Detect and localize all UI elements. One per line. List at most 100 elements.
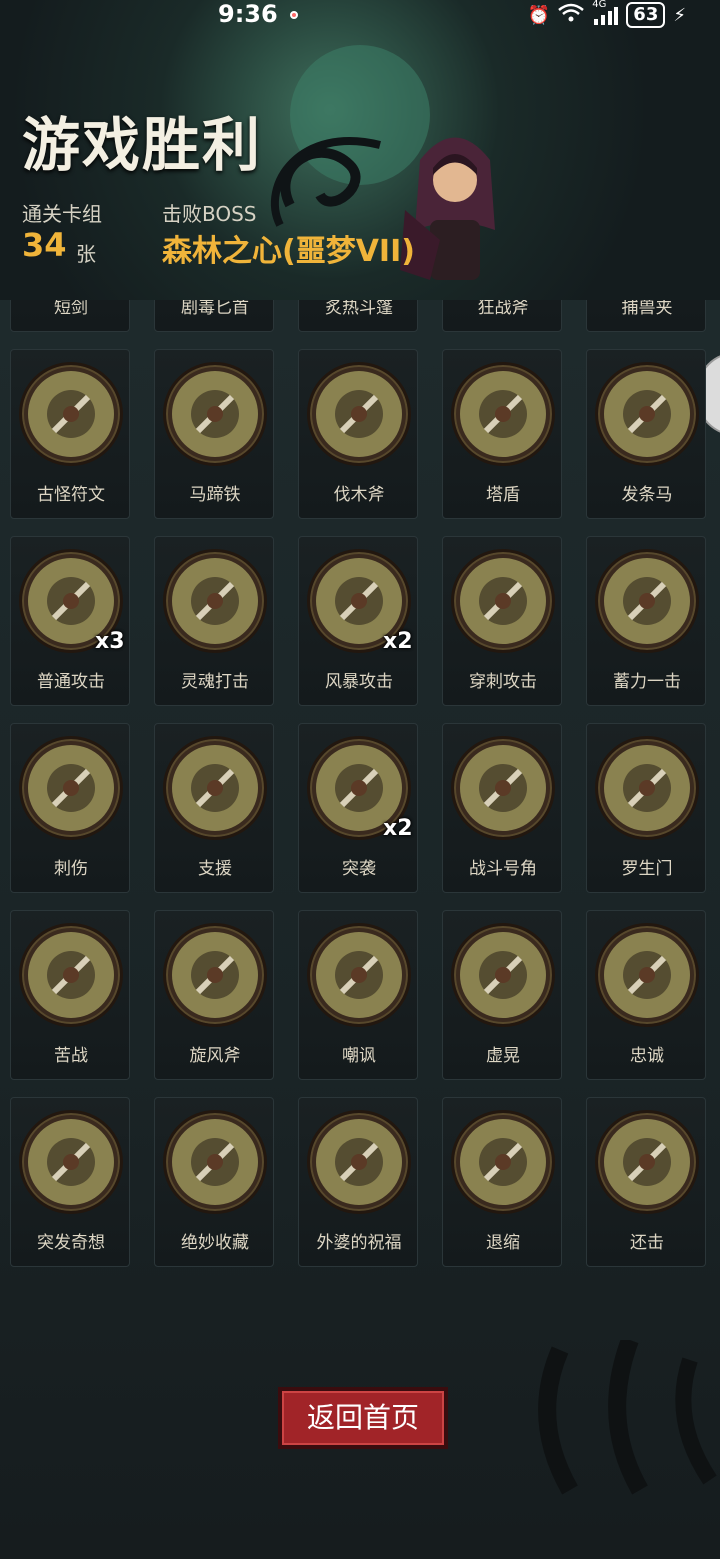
card-medal (19, 923, 123, 1027)
card-label: 苦战 (54, 1046, 88, 1066)
card-item[interactable]: 嘲讽 (298, 910, 418, 1080)
card-item[interactable]: 马蹄铁 (154, 349, 274, 519)
card-label: 外婆的祝福 (316, 1233, 402, 1253)
hero-character-image (400, 137, 495, 280)
card-medal (451, 549, 555, 653)
card-item[interactable]: 短剑 (10, 300, 130, 332)
card-medal (595, 1110, 699, 1214)
card-medal (307, 923, 411, 1027)
card-label: 还击 (630, 1233, 664, 1253)
card-label: 战斗号角 (469, 859, 537, 879)
card-label: 支援 (198, 859, 232, 879)
card-item[interactable]: 虚晃 (442, 910, 562, 1080)
status-icons: ⏰ 4G 63 ⚡ (527, 0, 686, 28)
card-label: 古怪符文 (37, 485, 105, 505)
network-type: 4G (592, 0, 607, 10)
card-item[interactable]: 蓄力一击 (586, 536, 706, 706)
card-item[interactable]: 捕兽夹 (586, 300, 706, 332)
alarm-icon: ⏰ (527, 4, 551, 26)
card-item[interactable]: 还击 (586, 1097, 706, 1267)
card-item[interactable]: 古怪符文 (10, 349, 130, 519)
card-item[interactable]: 绝妙收藏 (154, 1097, 274, 1267)
status-bar: 9:36 ⏰ 4G 63 ⚡ (0, 0, 720, 30)
claw-decoration (538, 1340, 717, 1495)
card-item[interactable]: 罗生门 (586, 723, 706, 893)
card-medal (19, 362, 123, 466)
card-label: 嘲讽 (342, 1046, 376, 1066)
strange-rune-icon (28, 371, 114, 457)
card-medal (163, 1110, 267, 1214)
card-label: 罗生门 (621, 859, 673, 879)
grandma-blessing-icon (316, 1119, 402, 1205)
great-collection-icon (172, 1119, 258, 1205)
card-item[interactable]: 灵魂打击 (154, 536, 274, 706)
clockwork-horse-icon (604, 371, 690, 457)
signal-icon: 4G (592, 0, 619, 25)
cards-label: 通关卡组 (22, 202, 102, 226)
card-item[interactable]: 伐木斧 (298, 349, 418, 519)
card-medal (595, 923, 699, 1027)
card-item[interactable]: 塔盾 (442, 349, 562, 519)
card-item[interactable]: 支援 (154, 723, 274, 893)
card-item[interactable]: 炙热斗篷 (298, 300, 418, 332)
rashomon-gate-icon (604, 745, 690, 831)
wifi-icon (558, 3, 585, 28)
card-label: 旋风斧 (189, 1046, 241, 1066)
card-item[interactable]: x3 普通攻击 (10, 536, 130, 706)
card-label: 刺伤 (54, 859, 88, 879)
card-multiplier: x3 (95, 629, 125, 654)
card-label: 穿刺攻击 (469, 672, 537, 692)
card-label: 短剑 (54, 300, 88, 318)
back-home-button[interactable]: 返回首页 (278, 1387, 448, 1449)
whirlwind-axe-icon (172, 932, 258, 1018)
notification-dot-icon (290, 11, 298, 19)
card-item[interactable]: 旋风斧 (154, 910, 274, 1080)
card-medal (307, 1110, 411, 1214)
card-item[interactable]: 剧毒匕首 (154, 300, 274, 332)
hard-fight-icon (28, 932, 114, 1018)
card-item[interactable]: 刺伤 (10, 723, 130, 893)
card-label: 突袭 (342, 859, 376, 879)
soul-strike-icon (172, 558, 258, 644)
card-medal (307, 362, 411, 466)
boss-label: 击败BOSS (162, 202, 257, 226)
card-item[interactable]: 突发奇想 (10, 1097, 130, 1267)
card-medal (595, 549, 699, 653)
counterattack-icon (604, 1119, 690, 1205)
card-grid-scroll[interactable]: 短剑 剧毒匕首 炙热斗篷 狂战斧 捕兽夹古怪符文 马蹄铁 伐木斧 塔盾 发条马 x3 普通攻击 灵魂打… (0, 300, 720, 1340)
card-label: 狂战斧 (477, 300, 529, 318)
card-multiplier: x2 (383, 629, 413, 654)
page-title: 游戏胜利 (22, 111, 263, 179)
card-medal (163, 549, 267, 653)
card-item[interactable]: x2 风暴攻击 (298, 536, 418, 706)
card-label: 发条马 (621, 485, 673, 505)
charged-strike-icon (604, 558, 690, 644)
sudden-idea-icon (28, 1119, 114, 1205)
cards-unit: 张 (76, 242, 96, 266)
card-medal (595, 736, 699, 840)
card-item[interactable]: 发条马 (586, 349, 706, 519)
card-item[interactable]: 忠诚 (586, 910, 706, 1080)
card-label: 绝妙收藏 (181, 1233, 249, 1253)
card-label: 伐木斧 (333, 485, 385, 505)
feint-icon (460, 932, 546, 1018)
card-medal (451, 362, 555, 466)
card-medal (451, 923, 555, 1027)
card-item[interactable]: x2 突袭 (298, 723, 418, 893)
card-item[interactable]: 狂战斧 (442, 300, 562, 332)
status-time: 9:36 (218, 0, 278, 28)
card-item[interactable]: 穿刺攻击 (442, 536, 562, 706)
card-label: 退缩 (486, 1233, 520, 1253)
card-medal (451, 736, 555, 840)
card-item[interactable]: 外婆的祝福 (298, 1097, 418, 1267)
card-label: 剧毒匕首 (181, 300, 249, 318)
card-label: 蓄力一击 (613, 672, 681, 692)
card-label: 突发奇想 (37, 1233, 105, 1253)
card-label: 塔盾 (486, 485, 520, 505)
card-medal (19, 736, 123, 840)
card-item[interactable]: 战斗号角 (442, 723, 562, 893)
card-medal (19, 1110, 123, 1214)
stab-icon (28, 745, 114, 831)
card-item[interactable]: 退缩 (442, 1097, 562, 1267)
card-item[interactable]: 苦战 (10, 910, 130, 1080)
